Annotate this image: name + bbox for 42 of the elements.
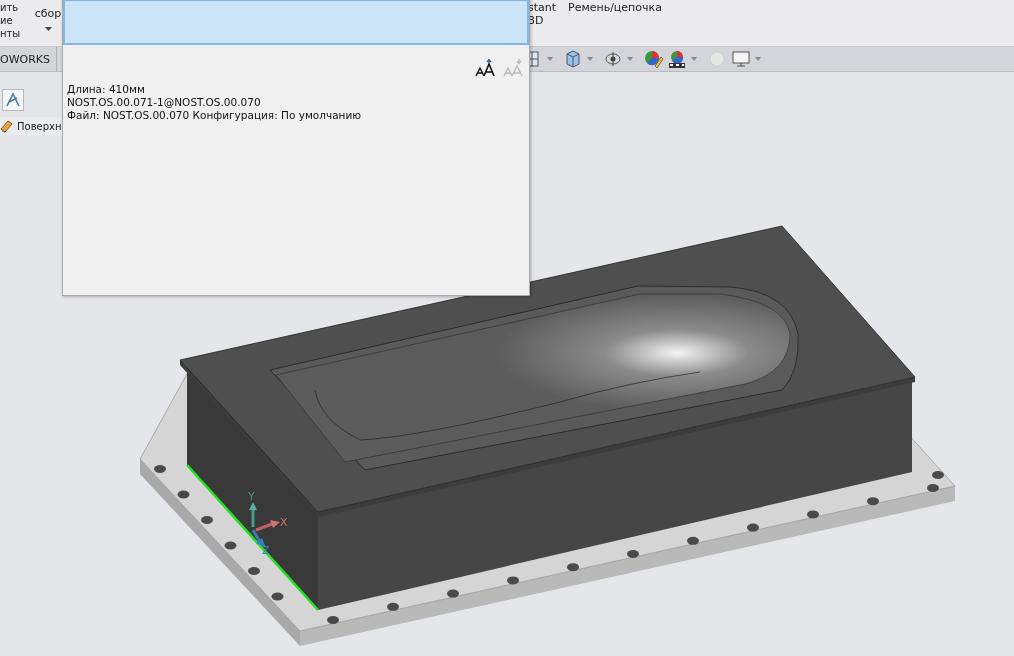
- eye-icon[interactable]: [603, 49, 624, 69]
- axis-label: X: [280, 516, 288, 529]
- bolt-hole: [327, 616, 339, 624]
- bolt-hole: [927, 484, 939, 492]
- monitor-icon[interactable]: [731, 49, 752, 69]
- z-axis-arrow: [251, 529, 266, 548]
- brush-icon: [0, 119, 14, 133]
- bolt-hole: [224, 541, 237, 550]
- bolt-hole: [567, 563, 579, 572]
- bolt-hole: [201, 516, 213, 524]
- tooltip-text: NOST.OS.00.071-1@NOST.OS.00.070: [67, 96, 262, 109]
- bolt-hole: [271, 592, 284, 601]
- bolt-hole: [932, 471, 944, 479]
- tooltip-text: Длина: 410мм: [67, 83, 146, 96]
- ribbon-label[interactable]: Ремень/цепочка: [568, 1, 662, 14]
- bolt-hole: [507, 576, 519, 585]
- bolt-hole: [627, 550, 639, 558]
- ribbon-label[interactable]: нты: [0, 27, 21, 40]
- compass-icon: [4, 91, 22, 109]
- scene-icon[interactable]: [667, 49, 688, 69]
- color-pencil-icon[interactable]: [643, 49, 664, 69]
- bolt-hole: [387, 602, 399, 611]
- caret-icon[interactable]: [44, 27, 52, 31]
- ribbon-label[interactable]: ить: [0, 1, 19, 14]
- bolt-hole: [447, 589, 459, 598]
- tab[interactable]: OWORKS: [0, 47, 58, 71]
- sketch-button[interactable]: [2, 89, 24, 111]
- axis-label: Y: [248, 490, 255, 503]
- tooltip-text: Файл: NOST.OS.00.070 Конфигурация: По умолчанию: [67, 109, 363, 122]
- ribbon-label[interactable]: 3D: [528, 14, 544, 27]
- x-axis-arrow: [255, 520, 280, 532]
- bolt-hole: [867, 497, 879, 506]
- bolt-hole: [687, 536, 699, 545]
- y-axis-arrow: [249, 502, 257, 527]
- bolt-hole: [177, 490, 190, 499]
- bolt-hole: [248, 567, 260, 575]
- bolt-hole: [747, 523, 759, 532]
- ribbon-label[interactable]: сбор: [34, 7, 62, 20]
- ribbon-label[interactable]: ие: [0, 14, 13, 27]
- bolt-hole: [807, 510, 819, 519]
- bolt-hole: [154, 465, 166, 473]
- font-size-up-icon[interactable]: [475, 59, 497, 77]
